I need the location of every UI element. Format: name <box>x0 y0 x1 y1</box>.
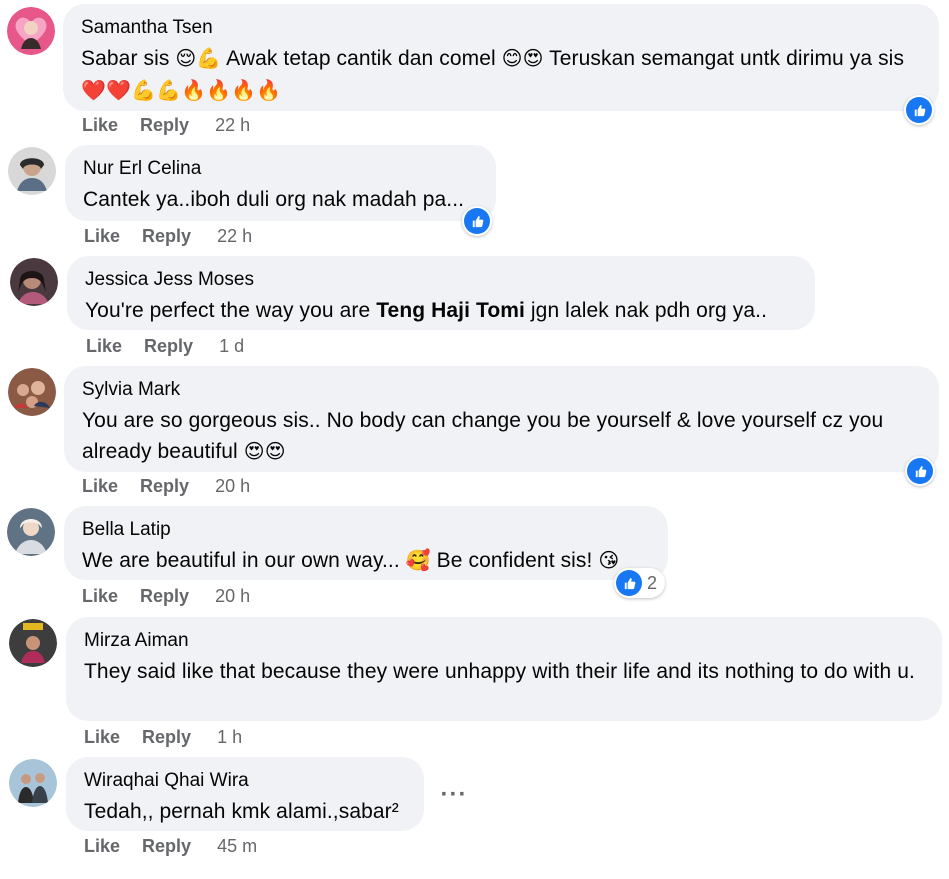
reply-button[interactable]: Reply <box>142 836 191 856</box>
like-reaction-icon <box>907 458 933 484</box>
emoji: 😍😍 <box>243 441 286 463</box>
comment-bubble: Sylvia Mark You are so gorgeous sis.. No… <box>64 366 939 472</box>
comment-bubble: Mirza Aiman They said like that because … <box>66 617 942 721</box>
emoji: 😌💪 <box>175 48 222 70</box>
avatar[interactable] <box>8 147 56 195</box>
like-reaction-icon <box>464 208 490 234</box>
timestamp[interactable]: 22 h <box>215 115 250 135</box>
comment-author[interactable]: Mirza Aiman <box>84 629 924 653</box>
comment-text: Sabar sis 😌💪 Awak tetap cantik dan comel… <box>81 47 905 102</box>
comment-bubble: Jessica Jess Moses You're perfect the wa… <box>67 256 815 330</box>
like-reaction-icon <box>906 97 932 123</box>
comment-text: Cantek ya..iboh duli org nak madah pa... <box>83 188 465 211</box>
like-button[interactable]: Like <box>84 727 120 747</box>
reply-button[interactable]: Reply <box>140 115 189 135</box>
comment-actions: Like Reply 20 h <box>82 586 250 610</box>
comment-text: You're perfect the way you are Teng Haji… <box>85 299 768 322</box>
reply-button[interactable]: Reply <box>140 586 189 606</box>
reaction-badge[interactable] <box>904 95 934 125</box>
comment-bubble: Nur Erl Celina Cantek ya..iboh duli org … <box>65 145 496 221</box>
comment-text: Tedah,, pernah kmk alami.,sabar² <box>84 800 399 823</box>
like-button[interactable]: Like <box>82 586 118 606</box>
timestamp[interactable]: 20 h <box>215 476 250 496</box>
emoji: ❤️❤️💪💪🔥🔥🔥🔥 <box>81 80 282 102</box>
reply-button[interactable]: Reply <box>142 727 191 747</box>
comment-author[interactable]: Sylvia Mark <box>82 378 921 402</box>
reaction-count: 2 <box>647 572 658 593</box>
comment-bubble: Samantha Tsen Sabar sis 😌💪 Awak tetap ca… <box>63 4 939 111</box>
reaction-badge[interactable] <box>462 206 492 236</box>
timestamp[interactable]: 20 h <box>215 586 250 606</box>
reply-button[interactable]: Reply <box>144 336 193 356</box>
like-reaction-icon <box>616 570 642 596</box>
emoji: 😘 <box>598 550 620 572</box>
comment-actions: Like Reply 1 d <box>86 336 244 360</box>
emoji: 😊😍 <box>501 48 544 70</box>
like-button[interactable]: Like <box>82 115 118 135</box>
like-button[interactable]: Like <box>86 336 122 356</box>
reply-button[interactable]: Reply <box>142 226 191 246</box>
timestamp[interactable]: 22 h <box>217 226 252 246</box>
comment-author[interactable]: Jessica Jess Moses <box>85 268 797 292</box>
comment-actions: Like Reply 22 h <box>84 226 252 250</box>
timestamp[interactable]: 45 m <box>217 836 257 856</box>
avatar[interactable] <box>8 368 56 416</box>
comment-text: We are beautiful in our own way... 🥰 Be … <box>82 549 620 572</box>
avatar[interactable] <box>9 759 57 807</box>
comment-author[interactable]: Bella Latip <box>82 518 650 542</box>
timestamp[interactable]: 1 d <box>219 336 244 356</box>
comment-bubble: Bella Latip We are beautiful in our own … <box>64 506 668 580</box>
comment-author[interactable]: Samantha Tsen <box>81 16 921 40</box>
comment-bubble: Wiraqhai Qhai Wira Tedah,, pernah kmk al… <box>66 757 424 831</box>
avatar[interactable] <box>7 508 55 556</box>
avatar[interactable] <box>7 7 55 55</box>
more-options-icon[interactable]: ··· <box>436 777 472 813</box>
avatar[interactable] <box>10 258 58 306</box>
comment-actions: Like Reply 45 m <box>84 836 257 860</box>
reply-button[interactable]: Reply <box>140 476 189 496</box>
emoji: 🥰 <box>405 550 431 572</box>
comment-actions: Like Reply 1 h <box>84 727 242 751</box>
user-mention[interactable]: Teng Haji Tomi <box>376 299 525 322</box>
timestamp[interactable]: 1 h <box>217 727 242 747</box>
comment-author[interactable]: Nur Erl Celina <box>83 157 478 181</box>
reaction-badge[interactable]: 2 <box>614 568 666 598</box>
comment-actions: Like Reply 22 h <box>82 115 250 139</box>
like-button[interactable]: Like <box>84 836 120 856</box>
comment-text: They said like that because they were un… <box>84 660 915 683</box>
comment-author[interactable]: Wiraqhai Qhai Wira <box>84 769 406 793</box>
like-button[interactable]: Like <box>84 226 120 246</box>
reaction-badge[interactable] <box>905 456 935 486</box>
like-button[interactable]: Like <box>82 476 118 496</box>
comment-actions: Like Reply 20 h <box>82 476 250 500</box>
comment-text: You are so gorgeous sis.. No body can ch… <box>82 409 884 463</box>
avatar[interactable] <box>9 619 57 667</box>
